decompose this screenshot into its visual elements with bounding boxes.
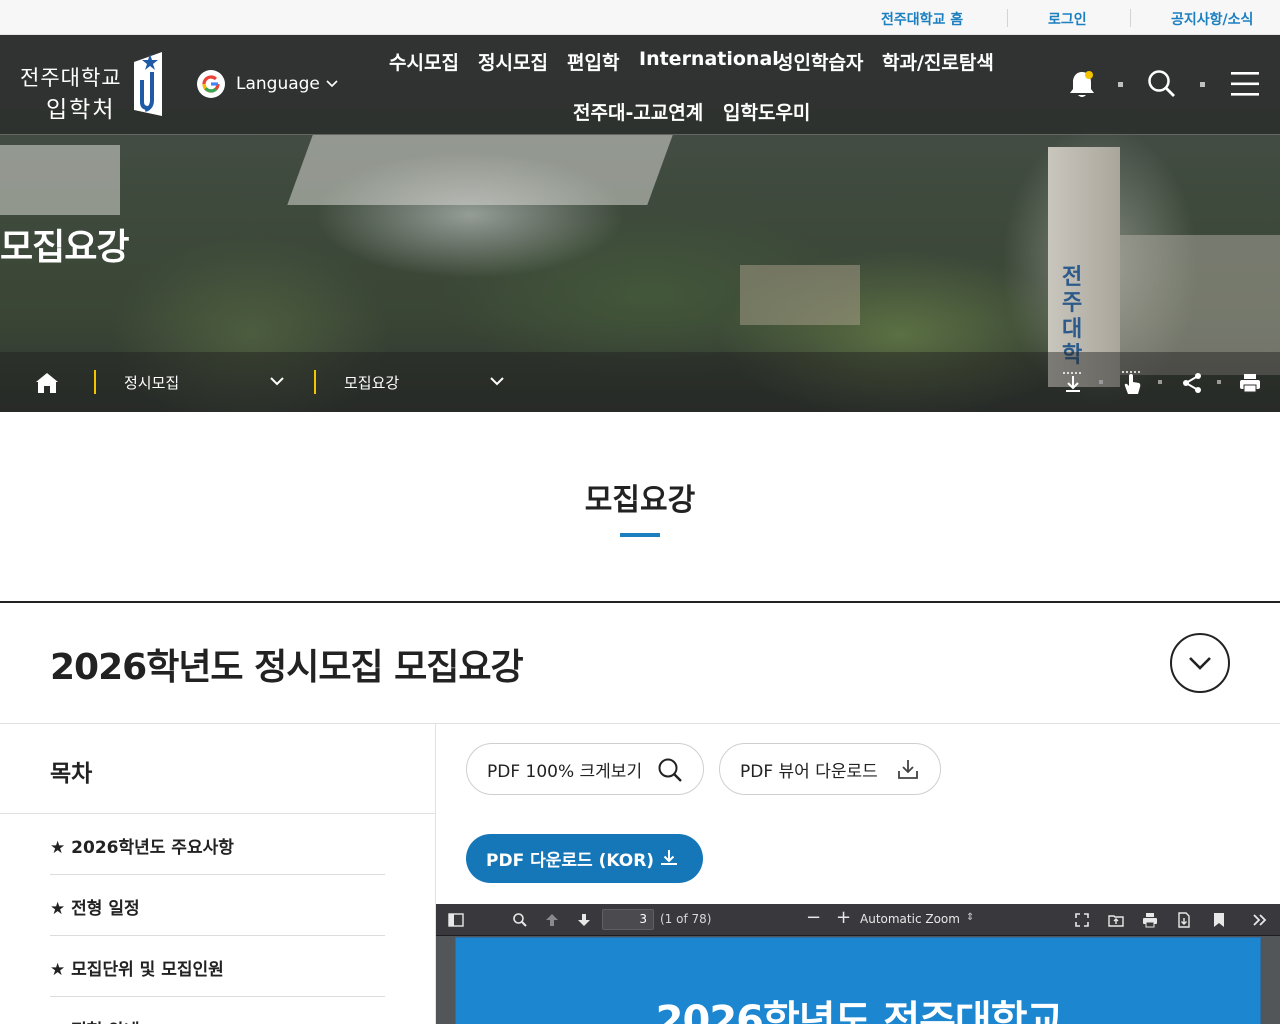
- divider: [0, 723, 1280, 724]
- nav-item-school-link[interactable]: 전주대-고교연계: [573, 98, 703, 125]
- google-icon: [197, 70, 225, 98]
- sidebar-toggle-icon[interactable]: [448, 912, 464, 928]
- separator-dot: [1200, 82, 1205, 87]
- separator-dot: [1158, 380, 1162, 384]
- divider: [1130, 9, 1131, 27]
- zoom-select[interactable]: Automatic Zoom: [860, 912, 960, 926]
- page-title: 모집요강: [584, 483, 696, 518]
- pdf-viewer-download-button[interactable]: PDF 뷰어 다운로드: [719, 743, 941, 795]
- breadcrumb-divider: [94, 370, 96, 394]
- divider: [50, 935, 385, 936]
- section-title: 2026학년도 정시모집 모집요강: [50, 647, 524, 688]
- pdf-page-heading: 2026학년도 전주대학교: [655, 998, 1064, 1024]
- separator-dot: [1118, 82, 1123, 87]
- chevron-down-icon: [326, 80, 338, 88]
- search-icon[interactable]: [1147, 69, 1177, 99]
- section-toggle-button[interactable]: [1170, 633, 1230, 693]
- breadcrumb-level1[interactable]: 정시모집: [124, 372, 179, 393]
- zoom-in-button[interactable]: +: [836, 909, 851, 927]
- next-page-icon[interactable]: [576, 912, 592, 928]
- hero-building: [740, 265, 860, 325]
- login-link[interactable]: 로그인: [1048, 9, 1087, 29]
- print-icon[interactable]: [1142, 912, 1158, 928]
- separator-dot: [1217, 380, 1221, 384]
- home-icon[interactable]: [34, 371, 60, 395]
- breadcrumb: 정시모집 모집요강: [0, 352, 1280, 412]
- breadcrumb-divider: [314, 370, 316, 394]
- share-icon[interactable]: [1181, 372, 1203, 394]
- zoom-out-button[interactable]: −: [806, 909, 821, 927]
- pdf-viewer: 3 (1 of 78) − + Automatic Zoom ⇕ 2026학년도…: [436, 904, 1280, 1024]
- hero-title: 모집요강: [0, 227, 129, 268]
- toc-item[interactable]: ★ 전형 일정: [50, 894, 140, 919]
- language-label: Language: [236, 74, 320, 94]
- bell-icon[interactable]: [1068, 68, 1096, 100]
- pdf-page: 2026학년도 전주대학교: [455, 937, 1261, 1024]
- nav-item-helper[interactable]: 입학도우미: [723, 98, 810, 125]
- search-icon: [658, 758, 682, 782]
- notice-link[interactable]: 공지사항/소식: [1171, 9, 1253, 29]
- hero-building: [0, 145, 120, 215]
- page-number-input[interactable]: 3: [602, 909, 654, 930]
- save-icon[interactable]: [1176, 912, 1192, 928]
- title-underline: [620, 533, 660, 537]
- university-home-link[interactable]: 전주대학교 홈: [881, 9, 963, 29]
- toc-item[interactable]: ★ 모집단위 및 모집인원: [50, 955, 224, 980]
- toc-item[interactable]: ★ 2026학년도 주요사항: [50, 833, 234, 858]
- nav-item-international[interactable]: International: [639, 48, 779, 70]
- toc-heading: 목차: [50, 761, 93, 787]
- nav-item-susi[interactable]: 수시모집: [389, 48, 459, 75]
- previous-page-icon[interactable]: [544, 912, 560, 928]
- zoom-in-page-icon[interactable]: [1061, 370, 1085, 394]
- toc-item[interactable]: ★ 전형 안내: [50, 1016, 140, 1024]
- nav-item-adult-learner[interactable]: 성인학습자: [776, 48, 863, 75]
- divider: [1007, 9, 1008, 27]
- hero-tower: [1048, 147, 1120, 387]
- page-count: (1 of 78): [660, 912, 712, 926]
- pdf-toolbar: 3 (1 of 78) − + Automatic Zoom ⇕: [436, 904, 1280, 936]
- site-logo[interactable]: 전주대학교 입학처: [18, 50, 168, 123]
- divider: [0, 601, 1280, 603]
- download-icon: [661, 850, 677, 865]
- language-selector[interactable]: Language: [197, 70, 338, 98]
- pdf-download-kor-button[interactable]: PDF 다운로드 (KOR): [466, 834, 703, 883]
- pdf-viewer-download-label: PDF 뷰어 다운로드: [740, 761, 878, 782]
- logo-text-line1: 전주대학교: [20, 66, 122, 90]
- chevron-down-icon[interactable]: [490, 377, 504, 386]
- tools-menu-icon[interactable]: [1252, 912, 1268, 928]
- menu-icon[interactable]: [1231, 71, 1259, 97]
- pdf-full-view-label: PDF 100% 크게보기: [487, 761, 643, 782]
- presentation-mode-icon[interactable]: [1074, 912, 1090, 928]
- nav-item-departments[interactable]: 학과/진로탐색: [882, 48, 994, 75]
- select-arrows-icon: ⇕: [966, 912, 975, 923]
- separator-dot: [1099, 380, 1103, 384]
- open-file-icon[interactable]: [1108, 912, 1124, 928]
- print-icon[interactable]: [1239, 372, 1261, 394]
- logo-emblem-icon: [134, 52, 162, 116]
- bookmark-icon[interactable]: [1212, 912, 1226, 928]
- find-icon[interactable]: [512, 912, 528, 928]
- divider: [50, 996, 385, 997]
- pdf-full-view-button[interactable]: PDF 100% 크게보기: [466, 743, 704, 795]
- divider: [0, 813, 436, 814]
- chevron-down-icon: [1189, 657, 1211, 670]
- nav-item-jeongsi[interactable]: 정시모집: [478, 48, 548, 75]
- pdf-download-kor-label: PDF 다운로드 (KOR): [486, 851, 655, 871]
- logo-text-line2: 입학처: [46, 97, 116, 123]
- divider: [50, 874, 385, 875]
- hero-building: [287, 135, 673, 205]
- nav-item-transfer[interactable]: 편입학: [567, 48, 619, 75]
- chevron-down-icon[interactable]: [270, 377, 284, 386]
- top-utility-bar: 전주대학교 홈 로그인 공지사항/소식: [0, 0, 1280, 35]
- download-icon: [898, 760, 918, 779]
- breadcrumb-level2[interactable]: 모집요강: [344, 372, 399, 393]
- touch-icon[interactable]: [1120, 369, 1144, 395]
